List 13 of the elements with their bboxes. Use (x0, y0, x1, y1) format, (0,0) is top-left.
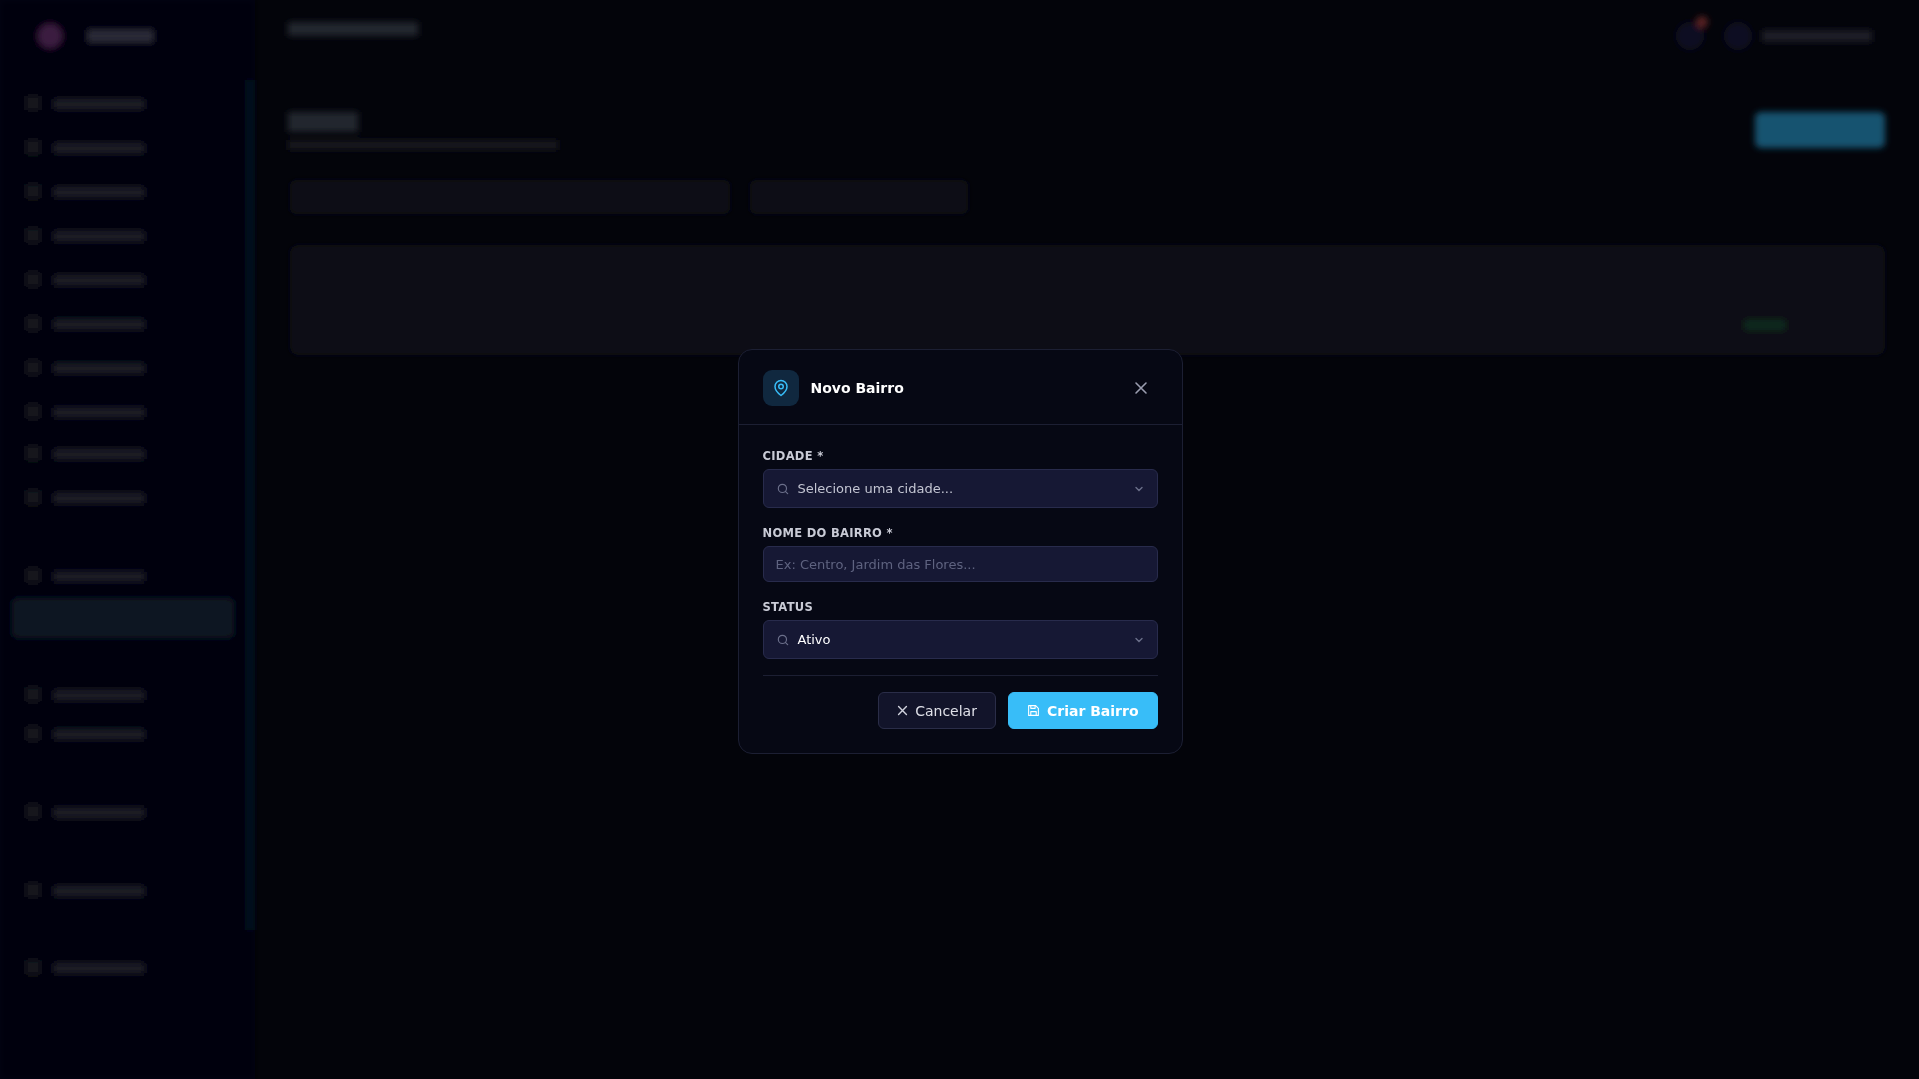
field-label: NOME DO BAIRRO * (762, 526, 893, 540)
input-field[interactable]: Ex: Centro, Jardim das Flores... (762, 546, 1158, 582)
search-icon (775, 481, 790, 496)
field-label: STATUS (762, 600, 813, 614)
dialog-title: Novo Bairro (810, 380, 905, 396)
select-field[interactable]: Ativo (762, 620, 1158, 659)
map-pin-icon (762, 370, 799, 406)
cancel-button[interactable]: Cancelar (878, 692, 996, 729)
close-icon (897, 705, 909, 716)
select-field[interactable]: Selecione uma cidade... (762, 469, 1158, 508)
save-icon (1026, 704, 1040, 717)
search-icon (775, 632, 790, 647)
field-label: CIDADE * (762, 449, 824, 463)
